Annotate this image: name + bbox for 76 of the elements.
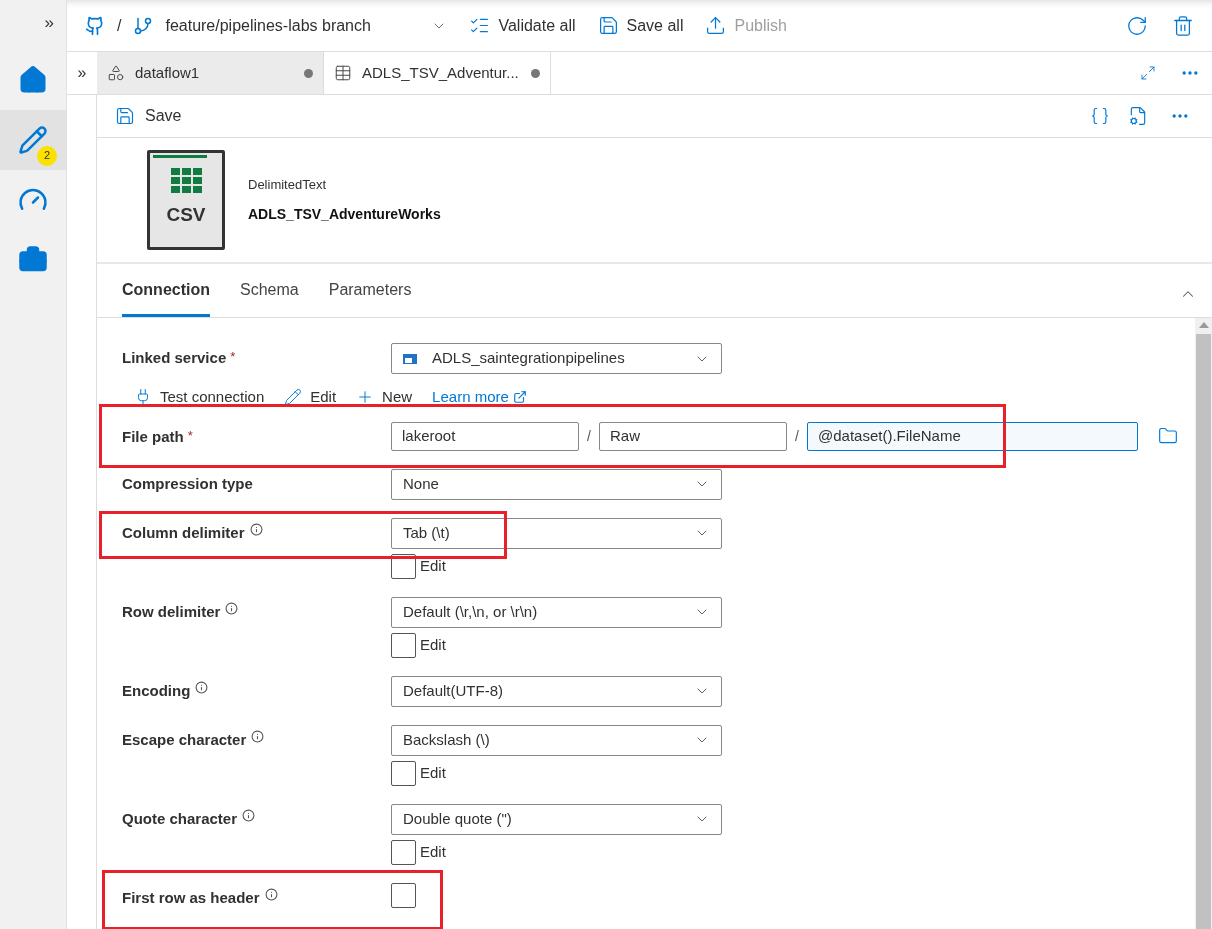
rail-item[interactable]: 2 (0, 109, 66, 170)
dropdown[interactable]: Default(UTF-8) (391, 675, 722, 707)
checkbox[interactable] (391, 839, 416, 865)
document-tab[interactable]: dataflow1 (97, 52, 324, 94)
info-icon[interactable] (249, 522, 263, 536)
required-asterisk: * (187, 426, 193, 445)
expand-button[interactable]: » (67, 52, 97, 94)
home-icon (18, 64, 48, 95)
refresh-icon[interactable] (1126, 14, 1148, 37)
path-input[interactable]: Raw (599, 421, 787, 451)
checkbox[interactable] (391, 632, 416, 658)
github-icon[interactable] (85, 15, 105, 36)
dropdown[interactable]: Double quote (") (391, 803, 722, 835)
checkbox-label: Edit (420, 555, 446, 576)
upload-icon (705, 15, 727, 36)
field-label: Linked service (122, 348, 227, 368)
field-label: File path (122, 426, 184, 447)
count-badge: 2 (37, 145, 57, 166)
path-input[interactable]: @dataset().FileName (807, 421, 1138, 451)
field-label: Quote character (122, 808, 238, 829)
pencil-icon (284, 388, 303, 407)
checkbox-label: Edit (420, 841, 446, 862)
table-icon (334, 64, 352, 82)
action-button[interactable]: Edit (284, 386, 337, 409)
save-icon (597, 15, 619, 36)
storage-icon (403, 353, 417, 364)
expand-button[interactable]: » (44, 10, 54, 36)
branch-icon (133, 15, 154, 36)
field-label: Row delimiter (122, 601, 221, 622)
required-asterisk: * (230, 348, 236, 366)
checkbox[interactable] (391, 760, 416, 786)
field-label: Encoding (122, 680, 191, 701)
maximize-icon[interactable] (1140, 65, 1156, 81)
checkbox[interactable] (391, 553, 416, 579)
dataset-type: DelimitedText (248, 176, 328, 195)
learn-more-link[interactable]: Learn more (432, 386, 527, 409)
path-input[interactable]: lakeroot (391, 421, 579, 451)
checkbox-label: Edit (420, 634, 446, 655)
path-separator: / (117, 15, 122, 36)
checkbox[interactable] (391, 883, 416, 909)
tab[interactable]: Connection (122, 278, 210, 317)
info-icon[interactable] (195, 680, 209, 694)
field-label: First row as header (122, 887, 260, 908)
action-button[interactable]: New (356, 386, 413, 409)
dropdown[interactable]: Default (\r,\n, or \r\n) (391, 596, 722, 628)
path-separator: / (586, 426, 592, 446)
info-icon[interactable] (251, 729, 265, 743)
field-label: Escape character (122, 729, 247, 750)
info-icon[interactable] (264, 887, 278, 901)
info-icon[interactable] (225, 601, 239, 615)
path-separator: / (794, 426, 800, 446)
scrollbar[interactable] (1195, 318, 1212, 929)
shapes-icon (107, 64, 125, 82)
checkbox-label: Edit (420, 762, 446, 783)
tab[interactable]: Parameters (328, 278, 412, 317)
external-link-icon (512, 390, 527, 405)
save-button[interactable]: Save (115, 104, 182, 128)
dataset-name: ADLS_TSV_AdventureWorks (248, 204, 441, 224)
action-button[interactable]: Test connection (134, 386, 265, 409)
tab[interactable]: Schema (240, 278, 299, 317)
save-icon (115, 106, 135, 126)
field-label: Compression type (122, 473, 253, 494)
csv-file-icon: CSV (147, 150, 225, 250)
code-icon[interactable] (1090, 106, 1110, 126)
dropdown[interactable]: Tab (\t) (391, 517, 722, 549)
delete-icon[interactable] (1172, 14, 1194, 37)
dropdown[interactable]: Backslash (\) (391, 724, 722, 756)
properties-icon[interactable] (1128, 106, 1148, 126)
info-icon[interactable] (242, 808, 256, 822)
dropdown[interactable]: None (391, 468, 722, 500)
toolbar-button[interactable]: Save all (597, 13, 684, 38)
field-label: Column delimiter (122, 522, 245, 543)
branch-dropdown[interactable]: feature/pipelines-labs branch (165, 13, 448, 38)
toolbar-button[interactable]: Validate all (469, 13, 576, 38)
folder-icon[interactable] (1158, 426, 1178, 446)
dropdown[interactable]: ADLS_saintegrationpipelines (391, 343, 722, 374)
